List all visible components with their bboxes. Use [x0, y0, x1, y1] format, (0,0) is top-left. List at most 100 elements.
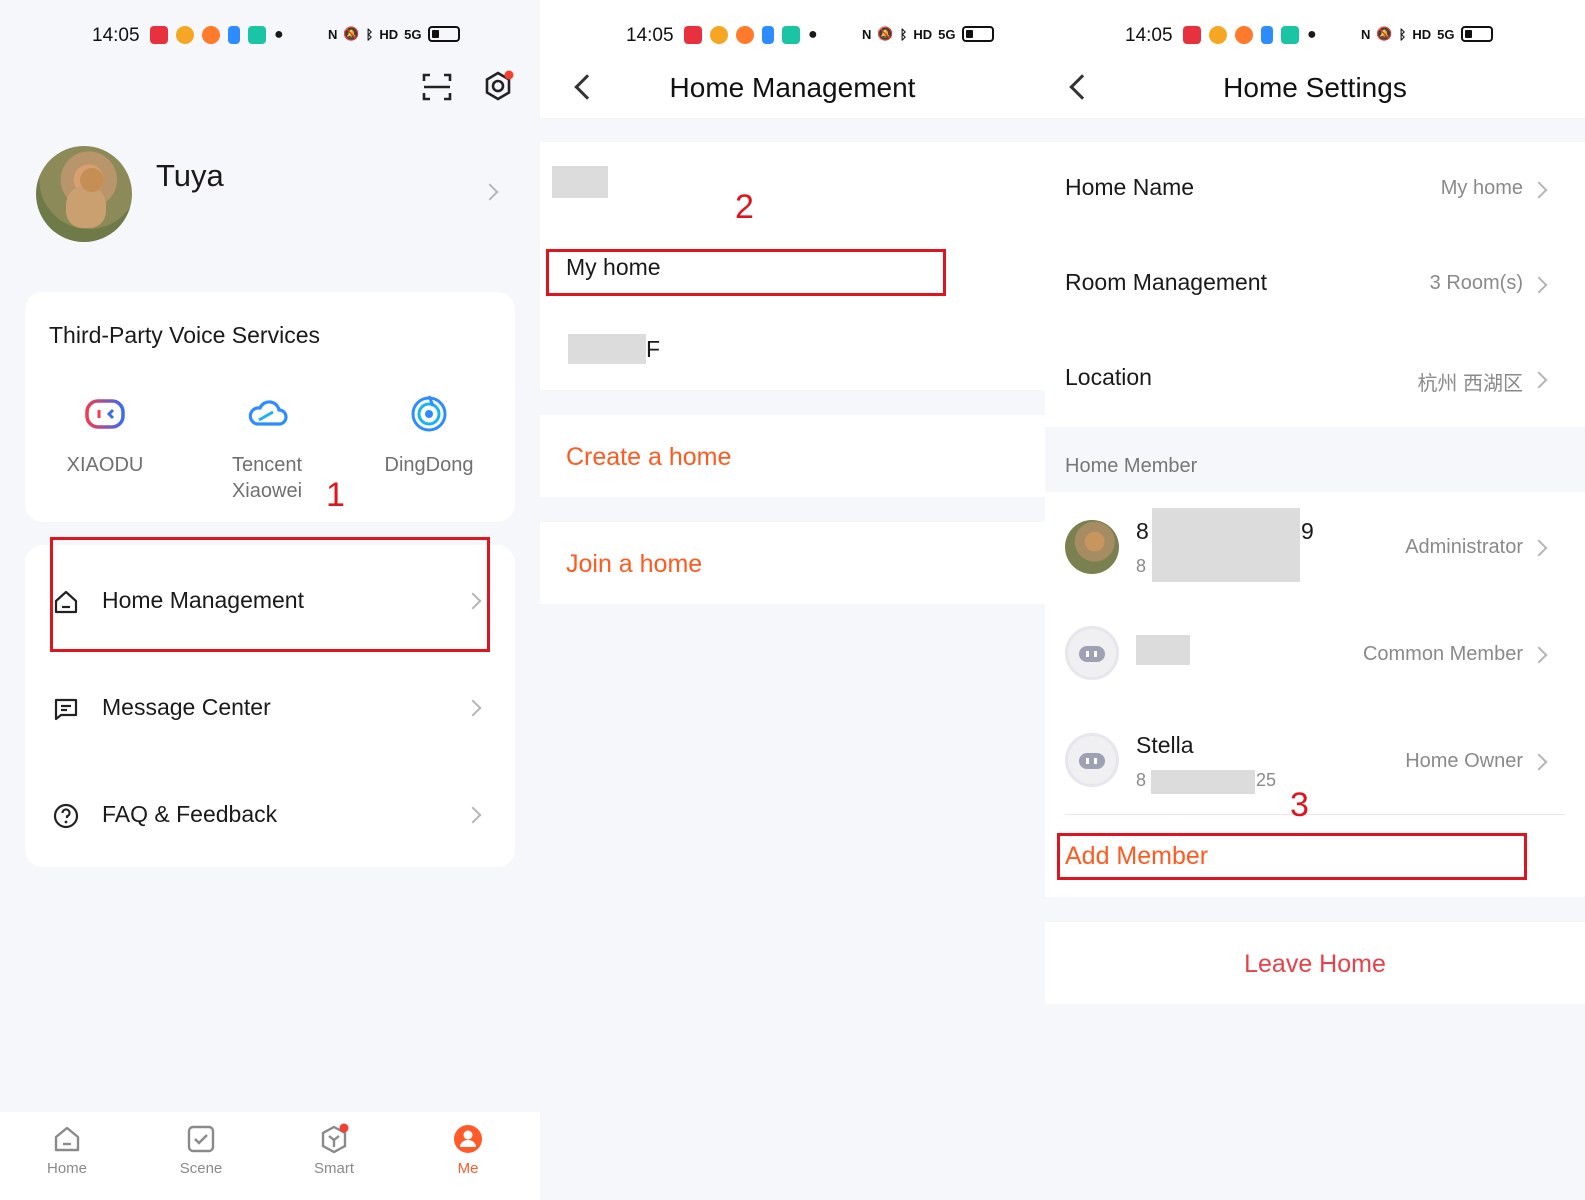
tab-label: Home — [46, 1160, 87, 1177]
section-title-home-member: Home Member — [1065, 455, 1198, 477]
settings-icon[interactable] — [482, 70, 514, 102]
smart-tab-icon — [321, 1123, 349, 1154]
voice-services-card: Third-Party Voice Services XIAODU Tencen… — [25, 292, 515, 522]
hd-icon: HD — [913, 26, 933, 42]
scan-icon[interactable] — [422, 72, 452, 102]
voice-service-label: DingDong — [384, 454, 474, 476]
home-tab-icon — [54, 1126, 80, 1152]
leave-home-row[interactable]: Leave Home — [1045, 922, 1585, 1004]
message-icon — [54, 698, 78, 721]
xiaodu-icon — [85, 399, 125, 429]
tab-home[interactable]: Home — [27, 1122, 107, 1177]
menu-card: Home Management Message Center FAQ & Fee… — [25, 545, 515, 867]
battery-icon — [961, 26, 994, 42]
join-home-row[interactable]: Join a home — [540, 522, 1045, 604]
member-role: Administrator — [1405, 536, 1523, 558]
voice-service-xiaodu[interactable]: XIAODU — [35, 392, 175, 478]
voice-service-label: Tencent Xiaowei — [231, 454, 303, 502]
menu-item-home-management[interactable]: Home Management — [25, 549, 515, 649]
add-member-button[interactable]: Add Member — [1065, 842, 1208, 871]
scene-tab-icon — [187, 1125, 215, 1153]
bluetooth-icon: ᛒ — [899, 26, 908, 42]
redacted-member-name — [1136, 635, 1190, 665]
member-phone-start: 8 — [1136, 556, 1147, 576]
redacted-home-name — [568, 334, 646, 364]
chevron-right-icon — [464, 592, 482, 610]
member-row-administrator[interactable]: 8 9 8 Administrator — [1045, 492, 1585, 599]
app-notification-icon — [1281, 26, 1299, 44]
chevron-right-icon — [464, 806, 482, 824]
chevron-right-icon[interactable] — [481, 183, 499, 201]
bluetooth-icon: ᛒ — [1398, 26, 1407, 42]
system-status-icons: N 🔕 ᛒ HD 5G — [328, 26, 460, 42]
step-number: 1 — [326, 476, 345, 514]
member-row-common[interactable]: Common Member — [1045, 599, 1585, 706]
app-notification-icon — [150, 26, 168, 44]
page-title: Home Settings — [1223, 72, 1407, 103]
hd-icon: HD — [379, 26, 399, 42]
tab-me[interactable]: Me — [428, 1122, 508, 1177]
battery-icon — [427, 26, 460, 42]
tab-scene[interactable]: Scene — [161, 1122, 241, 1177]
nfc-icon: N — [862, 26, 872, 42]
status-time: 14:05 — [92, 25, 140, 46]
leave-home-button[interactable]: Leave Home — [1045, 950, 1585, 979]
chevron-right-icon — [1530, 276, 1548, 294]
notification-icons: ● — [684, 26, 818, 44]
more-dot-icon: ● — [1307, 26, 1317, 43]
home-settings-panel: 14:05 ● N 🔕 ᛒ HD 5G Home Settings Home N… — [1045, 0, 1585, 1200]
create-home-row[interactable]: Create a home — [540, 415, 1045, 497]
voice-service-dingdong[interactable]: DingDong — [359, 392, 499, 478]
signal-icon: 5G — [404, 26, 422, 42]
page-title: Home Management — [669, 72, 916, 103]
member-row-owner[interactable]: Stella 8 25 Home Owner — [1045, 706, 1585, 813]
signal-icon: 5G — [1437, 26, 1455, 42]
system-status-icons: N 🔕 ᛒ HD 5G — [862, 26, 994, 42]
app-notification-icon — [762, 26, 774, 44]
me-tab-icon — [454, 1125, 482, 1153]
username[interactable]: Tuya — [156, 158, 224, 194]
home-icon — [54, 590, 78, 614]
menu-item-message-center[interactable]: Message Center — [25, 656, 515, 756]
setting-row-home-name[interactable]: Home Name My home — [1045, 142, 1585, 237]
notification-icons: ● — [150, 26, 284, 44]
app-notification-icon — [1261, 26, 1273, 44]
setting-value: My home — [1440, 177, 1523, 199]
question-icon — [53, 803, 79, 829]
setting-value: 杭州 西湖区 — [1417, 373, 1523, 395]
home-item-my-home[interactable]: My home — [566, 254, 661, 281]
setting-row-location[interactable]: Location 杭州 西湖区 — [1045, 332, 1585, 427]
setting-label: Location — [1065, 364, 1152, 390]
mute-icon: 🔕 — [1376, 26, 1393, 41]
tab-smart[interactable]: Smart — [294, 1122, 374, 1177]
voice-service-tencent[interactable]: Tencent Xiaowei — [197, 392, 337, 504]
divider — [1065, 814, 1565, 815]
settings-list: Home Name My home Room Management 3 Room… — [1045, 142, 1585, 427]
weibo-icon — [176, 26, 194, 44]
member-name-end: 9 — [1301, 518, 1314, 544]
create-home-button[interactable]: Create a home — [566, 443, 731, 472]
app-notification-icon — [736, 26, 754, 44]
tab-label: Scene — [179, 1160, 223, 1177]
more-dot-icon: ● — [274, 26, 284, 43]
bottom-tab-bar: Home Scene Smart Me — [0, 1112, 540, 1200]
home-item-partial[interactable]: F — [646, 336, 660, 363]
home-list: My home F — [540, 142, 1045, 390]
menu-item-faq-feedback[interactable]: FAQ & Feedback — [25, 763, 515, 863]
tab-label: Smart — [313, 1160, 354, 1177]
weibo-icon — [710, 26, 728, 44]
join-home-button[interactable]: Join a home — [566, 550, 702, 579]
member-role: Common Member — [1362, 643, 1523, 665]
setting-row-room-management[interactable]: Room Management 3 Room(s) — [1045, 237, 1585, 332]
redacted-home-name — [552, 166, 608, 198]
chevron-right-icon — [1530, 371, 1548, 389]
chevron-right-icon — [1530, 539, 1548, 557]
dingdong-icon — [411, 395, 447, 432]
step-number: 3 — [1290, 786, 1309, 824]
voice-service-label: XIAODU — [66, 454, 144, 476]
status-time: 14:05 — [1125, 25, 1173, 46]
user-avatar[interactable] — [36, 146, 132, 242]
tab-label: Me — [457, 1160, 479, 1177]
setting-value: 3 Room(s) — [1429, 272, 1523, 294]
robot-avatar-icon — [1065, 733, 1119, 787]
